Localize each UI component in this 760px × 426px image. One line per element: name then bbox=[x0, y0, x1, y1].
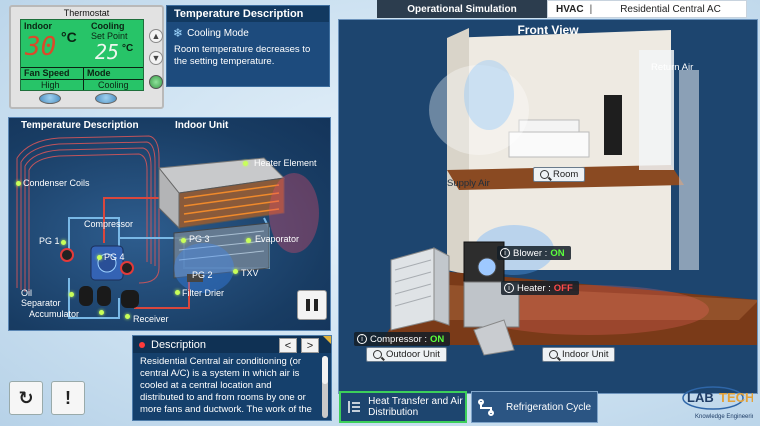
top-bar: Operational Simulation HVAC | Residentia… bbox=[377, 0, 747, 18]
chevron-up-icon: ▲ bbox=[151, 31, 161, 41]
mode-button[interactable] bbox=[95, 93, 117, 104]
breadcrumb-system: Residential Central AC bbox=[620, 3, 721, 15]
info-icon: i bbox=[357, 334, 367, 344]
label-heater-element: Heater Element bbox=[254, 158, 317, 168]
breadcrumb-hvac: HVAC bbox=[556, 3, 584, 15]
outdoor-unit-button[interactable]: Outdoor Unit bbox=[366, 347, 447, 362]
label-receiver: Receiver bbox=[133, 314, 169, 324]
indoor-unit-label: Indoor Unit bbox=[562, 349, 609, 360]
red-dot-icon bbox=[139, 341, 145, 348]
compressor-status[interactable]: i Compressor : ON bbox=[354, 332, 451, 346]
cooling-mode-row: ❄ Cooling Mode bbox=[167, 22, 329, 42]
indoor-label: Indoor bbox=[24, 21, 52, 31]
magnifier-icon bbox=[549, 350, 558, 359]
tab-heat-transfer[interactable]: Heat Transfer and Air Distribution bbox=[339, 391, 467, 423]
label-pg2: PG 2 bbox=[192, 270, 213, 280]
diagram-header-indoor-unit: Indoor Unit bbox=[175, 120, 229, 131]
fan-speed-label: Fan Speed bbox=[24, 68, 70, 78]
mode-label: Mode bbox=[87, 68, 111, 78]
label-filter-drier: Filter Drier bbox=[182, 288, 224, 298]
labtech-logo: LAB TECH Knowledge Engineering bbox=[673, 382, 758, 422]
compressor-status-label: Compressor : bbox=[370, 333, 428, 345]
outdoor-unit-label: Outdoor Unit bbox=[386, 349, 440, 360]
refrigeration-diagram-panel: Temperature Description Indoor Unit Heat… bbox=[8, 117, 331, 331]
diagram-header-temperature-description: Temperature Description bbox=[21, 120, 139, 131]
alert-button[interactable]: ! bbox=[51, 381, 85, 415]
description-text: Residential Central air conditioning (or… bbox=[140, 356, 312, 419]
label-evaporator: Evaporator bbox=[255, 234, 300, 244]
return-air-label: Return Air bbox=[651, 62, 694, 73]
setpoint-temperature: 25 bbox=[95, 40, 120, 64]
temperature-description-panel: Temperature Description ❄ Cooling Mode R… bbox=[166, 5, 330, 87]
breadcrumb-separator: | bbox=[589, 3, 593, 15]
tab-refrigeration-label: Refrigeration Cycle bbox=[506, 401, 592, 413]
thermostat-title: Thermostat bbox=[63, 8, 110, 18]
front-view-title: Front View bbox=[517, 23, 579, 37]
magnifier-icon bbox=[373, 350, 382, 359]
label-accumulator: Accumulator bbox=[29, 309, 80, 319]
description-scrollbar[interactable] bbox=[322, 356, 328, 418]
blower-status[interactable]: i Blower : ON bbox=[497, 246, 571, 260]
front-view-panel: Front View Return Air Supply Air Room i … bbox=[338, 19, 758, 394]
temperature-description-title: Temperature Description bbox=[167, 6, 329, 22]
room-label: Room bbox=[553, 169, 579, 180]
description-next-button[interactable]: > bbox=[301, 338, 319, 353]
label-pg4: PG 4 bbox=[104, 252, 125, 262]
label-condenser-coils: Condenser Coils bbox=[23, 178, 90, 188]
reset-button[interactable]: ↻ bbox=[9, 381, 43, 415]
pause-button[interactable] bbox=[297, 290, 327, 320]
tab-heat-transfer-label: Heat Transfer and Air Distribution bbox=[368, 396, 463, 418]
supply-air-label: Supply Air bbox=[447, 178, 490, 189]
label-txv: TXV bbox=[241, 268, 259, 278]
description-prev-button[interactable]: < bbox=[279, 338, 297, 353]
cooling-label: Cooling bbox=[91, 21, 125, 31]
tab-refrigeration-cycle[interactable]: Refrigeration Cycle bbox=[471, 391, 598, 423]
info-icon: i bbox=[504, 283, 514, 293]
operational-simulation-label: Operational Simulation bbox=[377, 0, 547, 18]
airflow-icon bbox=[348, 401, 361, 413]
label-compressor: Compressor bbox=[84, 219, 134, 229]
power-button[interactable] bbox=[149, 75, 163, 89]
pause-icon bbox=[306, 299, 310, 311]
magnifier-icon bbox=[540, 170, 549, 179]
label-pg3: PG 3 bbox=[189, 234, 210, 244]
alert-icon: ! bbox=[65, 387, 71, 408]
blower-state: ON bbox=[550, 247, 565, 259]
blower-status-label: Blower : bbox=[513, 247, 548, 259]
room-button[interactable]: Room bbox=[533, 167, 586, 182]
labtech-logo-mark: LAB TECH Knowledge Engineering bbox=[682, 386, 758, 420]
svg-text:LAB: LAB bbox=[687, 390, 714, 405]
temperature-description-text: Room temperature decreases to the settin… bbox=[174, 44, 311, 67]
compressor-state: ON bbox=[430, 333, 445, 345]
description-panel: Description < > Residential Central air … bbox=[132, 335, 332, 421]
heater-status-label: Heater : bbox=[517, 282, 551, 294]
corner-flag-icon bbox=[323, 336, 331, 344]
setpoint-unit: °C bbox=[122, 43, 134, 54]
heater-status[interactable]: i Heater : OFF bbox=[501, 281, 579, 295]
indoor-temperature: 30 bbox=[25, 32, 57, 62]
mode-value: Cooling bbox=[98, 80, 129, 90]
svg-text:Knowledge Engineering: Knowledge Engineering bbox=[695, 414, 753, 420]
fan-speed-button[interactable] bbox=[39, 93, 61, 104]
setpoint-down-button[interactable]: ▼ bbox=[149, 51, 163, 65]
thermostat-display: Indoor Cooling Set Point 30 °C 25 °C Fan… bbox=[20, 19, 144, 91]
setpoint-up-button[interactable]: ▲ bbox=[149, 29, 163, 43]
svg-text:TECH: TECH bbox=[719, 390, 753, 405]
fan-speed-value: High bbox=[41, 80, 60, 90]
chevron-down-icon: ▼ bbox=[151, 53, 161, 63]
indoor-unit: °C bbox=[61, 29, 77, 45]
thermostat-panel: Thermostat Indoor Cooling Set Point 30 °… bbox=[9, 5, 164, 109]
reset-icon: ↻ bbox=[18, 387, 34, 408]
pipe-icon bbox=[478, 399, 494, 416]
description-title: Description bbox=[151, 338, 207, 351]
label-oil-separator: Oil Separator bbox=[21, 288, 61, 308]
snowflake-icon: ❄ bbox=[173, 26, 184, 40]
indoor-unit-button[interactable]: Indoor Unit bbox=[542, 347, 616, 362]
cooling-mode-label: Cooling Mode bbox=[187, 27, 249, 39]
info-icon: i bbox=[500, 248, 510, 258]
label-pg1: PG 1 bbox=[39, 236, 60, 246]
heater-state: OFF bbox=[553, 282, 573, 294]
breadcrumb: HVAC | Residential Central AC bbox=[547, 0, 747, 18]
